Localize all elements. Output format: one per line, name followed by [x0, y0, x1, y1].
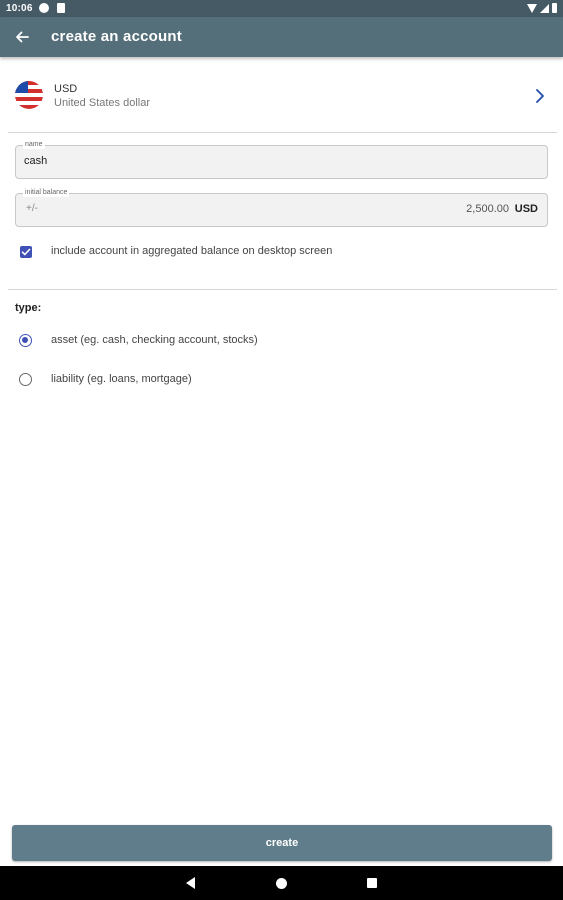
- status-icons: [527, 3, 557, 13]
- radio-asset-label[interactable]: asset (eg. cash, checking account, stock…: [51, 334, 258, 346]
- arrow-back-icon: [16, 31, 29, 43]
- nav-back-icon[interactable]: [186, 877, 195, 889]
- system-nav-bar: [0, 866, 563, 900]
- divider: [8, 289, 557, 290]
- radio-asset[interactable]: [19, 334, 32, 347]
- create-button-label: create: [265, 837, 299, 849]
- name-input-value: cash: [24, 155, 48, 167]
- balance-currency: USD: [514, 203, 538, 215]
- battery-icon: [552, 3, 557, 13]
- initial-balance-label: initial balance: [23, 188, 70, 197]
- divider: [8, 132, 557, 133]
- nav-recents-icon[interactable]: [367, 878, 377, 888]
- app-bar: create an account: [0, 17, 563, 57]
- back-button[interactable]: [8, 23, 36, 51]
- status-time: 10:06: [6, 3, 33, 14]
- wifi-icon: [527, 3, 537, 13]
- check-icon: [21, 248, 31, 256]
- initial-balance-field[interactable]: initial balance +/- 2,500.00 USD: [15, 188, 548, 227]
- sd-card-icon: [57, 3, 65, 13]
- include-balance-label: include account in aggregated balance on…: [51, 245, 333, 257]
- us-flag-icon: [15, 81, 43, 109]
- notification-app-icon: [39, 3, 49, 13]
- name-field[interactable]: name cash: [15, 140, 548, 179]
- radio-liability-label[interactable]: liability (eg. loans, mortgage): [51, 373, 192, 385]
- signal-icon: [540, 3, 549, 13]
- initial-balance-value: 2,500.00: [466, 203, 509, 215]
- type-label: type:: [15, 302, 42, 314]
- include-balance-checkbox[interactable]: [20, 246, 32, 258]
- name-field-label: name: [23, 140, 45, 149]
- currency-selector[interactable]: USD United States dollar: [0, 68, 563, 126]
- radio-liability[interactable]: [19, 373, 32, 386]
- create-button[interactable]: create: [12, 825, 552, 861]
- plus-minus-toggle[interactable]: +/-: [26, 203, 38, 214]
- nav-home-icon[interactable]: [276, 878, 287, 889]
- currency-name: United States dollar: [54, 97, 150, 109]
- chevron-right-icon: [536, 89, 544, 103]
- page-title: create an account: [51, 28, 182, 45]
- currency-code: USD: [54, 83, 78, 95]
- status-bar: 10:06: [0, 0, 563, 17]
